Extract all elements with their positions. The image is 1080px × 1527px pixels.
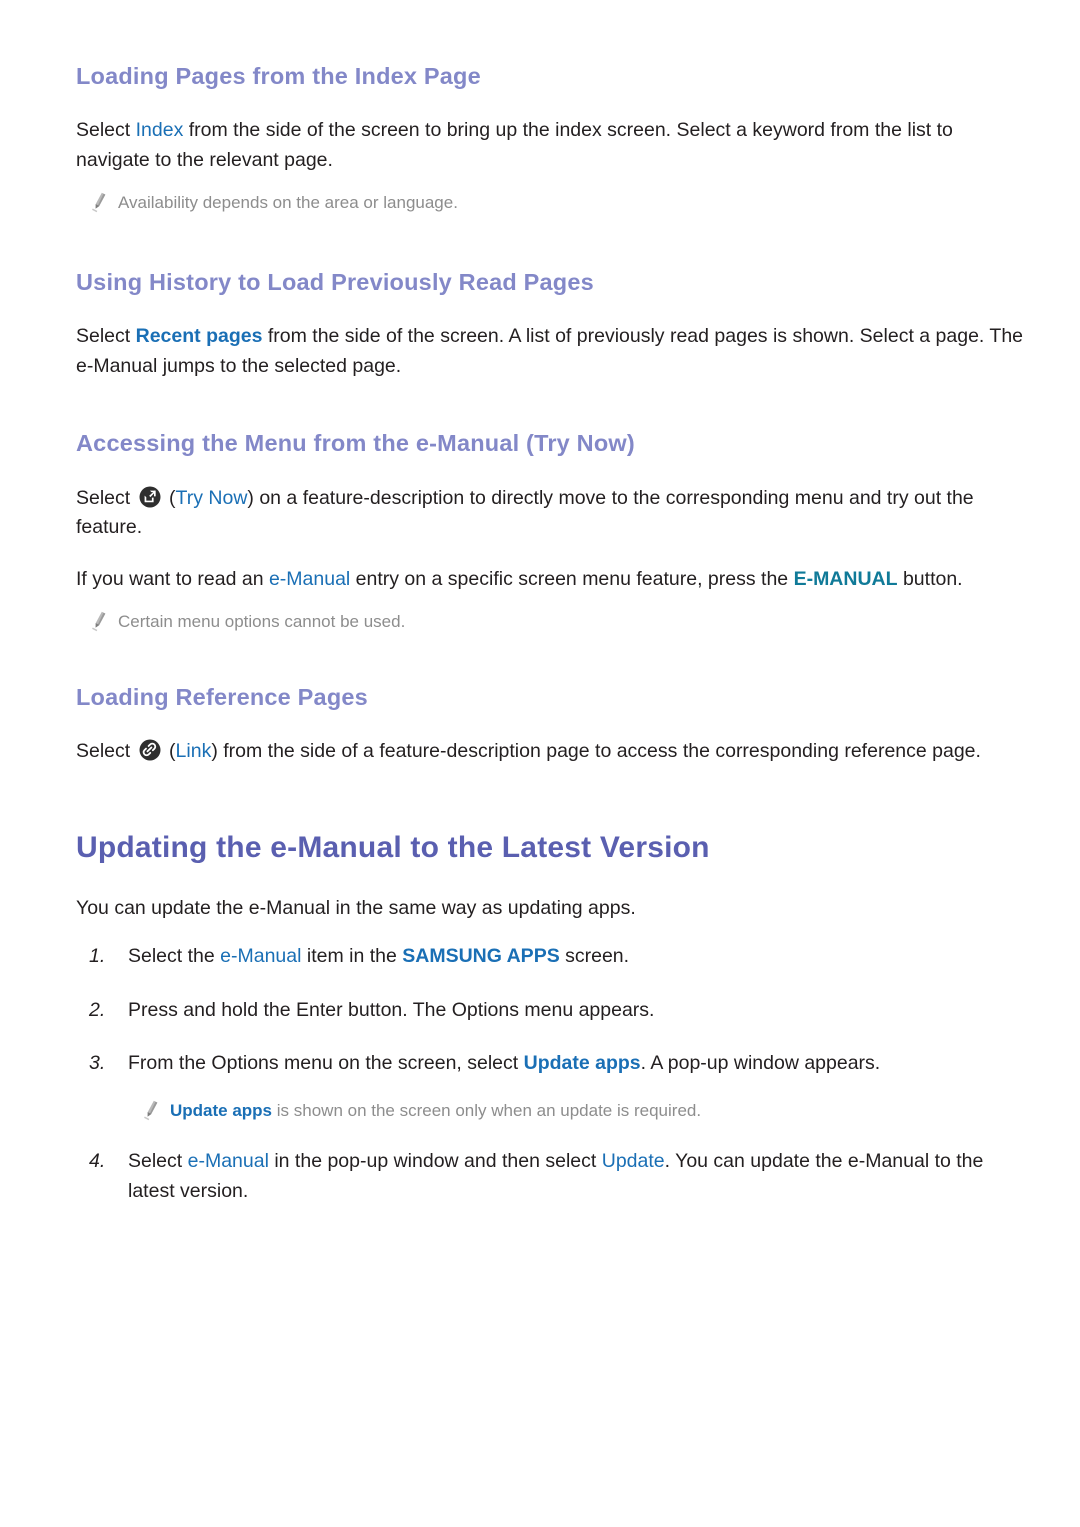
paragraph-emanual-button: If you want to read an e-Manual entry on… [76,565,1030,595]
section-heading-loading-reference-pages: Loading Reference Pages [76,683,368,710]
inline-link-samsung-apps[interactable]: SAMSUNG APPS [402,945,559,967]
section-heading-loading-pages-index: Loading Pages from the Index Page [76,63,481,89]
try-now-icon[interactable] [139,486,161,508]
step-text: Select [128,1150,188,1173]
paragraph-text: Select [76,119,136,142]
inline-link-update[interactable]: Update [602,1150,665,1172]
link-icon[interactable] [139,739,161,761]
step-text: item in the [301,944,403,967]
pencil-icon [88,610,108,632]
note-menu-options: Certain menu options cannot be used. [88,608,1030,635]
paragraph-text: If you want to read an [76,567,269,590]
paragraph-text: ( [163,740,176,763]
inline-link-recent-pages[interactable]: Recent pages [136,325,263,347]
paragraph-text: Select [76,325,136,348]
list-item: 3. From the Options menu on the screen, s… [76,1049,1030,1123]
note-update-apps: Update apps is shown on the screen only … [140,1097,1030,1124]
step-number: 4. [89,1150,106,1173]
inline-key-emanual-button: E-MANUAL [793,567,898,590]
document-page: Loading Pages from the Index Page Select… [0,0,1080,1527]
step-number: 2. [89,998,106,1021]
inline-link-link[interactable]: Link [176,740,212,762]
paragraph-try-now: Select (Try Now) on a feature-descriptio… [76,484,1030,543]
paragraph-text: ( [163,486,176,509]
inline-link-emanual[interactable]: e-Manual [188,1150,269,1172]
ordered-steps-list: 1. Select the e-Manual item in the SAMSUN… [76,942,1030,1207]
step-number: 3. [89,1052,106,1075]
inline-link-index[interactable]: Index [136,119,184,141]
step-number: 1. [89,944,106,967]
note-availability: Availability depends on the area or lang… [88,189,1030,216]
paragraph-recent-pages: Select Recent pages from the side of the… [76,322,1030,381]
pencil-icon [88,191,108,213]
section-heading-accessing-menu: Accessing the Menu from the e-Manual (Tr… [76,430,635,457]
inline-link-try-now[interactable]: Try Now [176,487,248,509]
note-text: Certain menu options cannot be used. [118,612,406,632]
paragraph-index: Select Index from the side of the screen… [76,116,1030,175]
note-text: Update apps is shown on the screen only … [170,1097,701,1124]
step-text: . A pop-up window appears. [640,1052,881,1075]
paragraph-text: Select [76,740,136,763]
note-text-rest: is shown on the screen only when an upda… [272,1100,702,1120]
paragraph-link: Select (Link) from the side of a feature… [76,737,1030,767]
inline-link-update-apps[interactable]: Update apps [170,1101,272,1120]
list-item: 1. Select the e-Manual item in the SAMSUN… [76,942,1030,972]
inline-link-emanual[interactable]: e-Manual [269,568,350,590]
paragraph-text: Select [76,486,136,509]
paragraph-chapter-intro: You can update the e-Manual in the same … [76,897,636,920]
step-text: Select the [128,944,221,967]
list-item: 2. Press and hold the Enter button. The O… [76,996,1030,1026]
step-text: in the pop-up window and then select [268,1150,602,1173]
pencil-icon [140,1099,160,1121]
step-text: From the Options menu on the screen, sel… [128,1052,524,1075]
paragraph-text: entry on a specific screen menu feature,… [350,567,794,590]
page-title: Updating the e-Manual to the Latest Vers… [76,830,710,864]
inline-link-emanual[interactable]: e-Manual [220,945,301,967]
paragraph-text: from the side of the screen to bring up … [76,119,953,171]
section-heading-using-history: Using History to Load Previously Read Pa… [76,268,594,295]
paragraph-text: button. [897,567,963,590]
step-text: screen. [559,944,630,967]
paragraph-text: ) from the side of a feature-description… [211,740,981,763]
step-text: Press and hold the Enter button. The Opt… [128,998,655,1021]
list-item: 4. Select e-Manual in the pop-up window a… [76,1147,1030,1206]
note-text: Availability depends on the area or lang… [118,193,458,213]
inline-link-update-apps[interactable]: Update apps [524,1052,641,1074]
